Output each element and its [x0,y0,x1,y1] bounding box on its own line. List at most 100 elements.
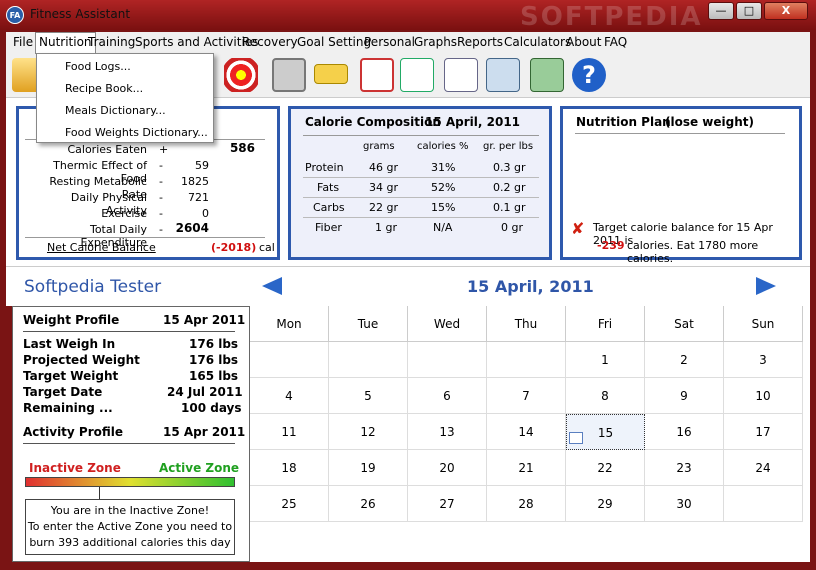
nutrient-pct: N/A [433,221,453,234]
calendar-day[interactable] [724,486,803,522]
calendar-day[interactable]: 14 [487,414,566,450]
menu-training[interactable]: Training [88,35,135,49]
target-icon[interactable] [224,58,258,92]
calendar-day[interactable]: 30 [645,486,724,522]
next-date-arrow-icon[interactable] [756,277,776,295]
col-calories-pct: calories % [417,141,469,152]
export-icon[interactable] [530,58,564,92]
scale-icon[interactable] [272,58,306,92]
calendar-day[interactable]: 3 [724,342,803,378]
composition-title: Calorie Composition [305,115,441,129]
profile-icon[interactable] [486,58,520,92]
balance-value: 586 [229,141,255,155]
maximize-button[interactable]: □ [736,2,762,20]
nutrient-perlb: 0.1 gr [493,201,526,214]
menu-nutrition[interactable]: Nutrition [35,32,96,54]
balance-value: 2604 [175,221,209,235]
menu-reports[interactable]: Reports [457,35,503,49]
title-bar: FA Fitness Assistant SOFTPEDIA — □ X [0,0,816,32]
calorie-composition-panel: Calorie Composition 15 April, 2011 grams… [288,106,552,260]
net-balance-unit: cal [259,241,275,254]
menu-sports-activities[interactable]: Sports and Activities [135,35,258,49]
weight-profile-title: Weight Profile [23,313,120,327]
menu-food-logs[interactable]: Food Logs... [65,60,131,73]
user-name: Softpedia Tester [24,277,162,297]
weight-profile-date: 15 Apr 2011 [163,313,246,327]
menu-recipe-book[interactable]: Recipe Book... [65,82,143,95]
calendar-day[interactable]: 26 [329,486,408,522]
calendar-day[interactable]: 5 [329,378,408,414]
calendar-day[interactable] [329,342,408,378]
composition-date: 15 April, 2011 [425,115,521,129]
calendar-day[interactable]: 20 [408,450,487,486]
calendar-day[interactable]: 28 [487,486,566,522]
balance-label: Exercise [101,207,147,220]
calendar-day[interactable]: 10 [724,378,803,414]
menu-calculators[interactable]: Calculators [504,35,571,49]
watermark: SOFTPEDIA [520,2,703,32]
calendar-day[interactable]: 4 [250,378,329,414]
calendar-day[interactable]: 6 [408,378,487,414]
nutrient-name: Protein [305,161,344,174]
report-icon[interactable] [444,58,478,92]
nutrient-name: Fats [317,181,340,194]
prev-date-arrow-icon[interactable] [262,277,282,295]
calendar-icon[interactable] [360,58,394,92]
calendar-day-header: Fri [566,306,645,342]
help-icon[interactable]: ? [572,58,606,92]
menu-faq[interactable]: FAQ [604,35,627,49]
plan-mode: (lose weight) [665,115,754,129]
calendar-day[interactable]: 25 [250,486,329,522]
calendar-day[interactable]: 12 [329,414,408,450]
calendar-day[interactable]: 2 [645,342,724,378]
graph-icon[interactable] [400,58,434,92]
net-balance-label[interactable]: Net Calorie Balance [47,241,156,254]
minimize-button[interactable]: — [708,2,734,20]
calendar-day[interactable]: 16 [645,414,724,450]
wp-label: Target Date [23,385,103,399]
calendar-day[interactable]: 7 [487,378,566,414]
calendar-day[interactable]: 18 [250,450,329,486]
zone-message-line: burn 393 additional calories this day [29,536,231,549]
nutrient-perlb: 0.3 gr [493,161,526,174]
calendar-day[interactable] [408,342,487,378]
menu-file[interactable]: File [13,35,33,49]
divider [23,443,235,444]
calendar-day[interactable]: 24 [724,450,803,486]
ruler-icon[interactable] [314,64,348,84]
calendar-day[interactable]: 19 [329,450,408,486]
divider [303,217,539,218]
calendar-day-header: Thu [487,306,566,342]
wp-value: 176 lbs [189,353,239,367]
menu-about[interactable]: About [566,35,601,49]
calendar-day[interactable]: 8 [566,378,645,414]
calendar-day[interactable]: 9 [645,378,724,414]
calendar-day[interactable] [487,342,566,378]
net-balance-value: (-2018) [211,241,257,254]
calendar-day[interactable]: 11 [250,414,329,450]
calendar-day[interactable]: 21 [487,450,566,486]
calendar-day[interactable]: 13 [408,414,487,450]
col-per-lbs: gr. per lbs [483,141,534,152]
wp-label: Remaining ... [23,401,113,415]
menu-goal-setting[interactable]: Goal Setting [297,35,371,49]
food-log-entry-icon[interactable] [569,432,583,444]
calendar-day[interactable]: 17 [724,414,803,450]
menu-graphs[interactable]: Graphs [414,35,457,49]
calendar-day[interactable] [250,342,329,378]
menu-personal[interactable]: Personal [364,35,415,49]
balance-value: 721 [188,191,209,204]
menu-recovery[interactable]: Recovery [242,35,298,49]
window-title: Fitness Assistant [30,7,131,21]
balance-sign: + [159,143,169,156]
calendar-day[interactable]: 27 [408,486,487,522]
calendar-day[interactable]: 23 [645,450,724,486]
col-grams: grams [363,141,395,152]
menu-food-weights-dictionary[interactable]: Food Weights Dictionary... [65,126,208,139]
calendar-day[interactable]: 22 [566,450,645,486]
menu-meals-dictionary[interactable]: Meals Dictionary... [65,104,166,117]
calendar-day[interactable]: 29 [566,486,645,522]
close-button[interactable]: X [764,2,808,20]
calendar-day[interactable]: 1 [566,342,645,378]
nutrient-pct: 31% [431,161,456,174]
